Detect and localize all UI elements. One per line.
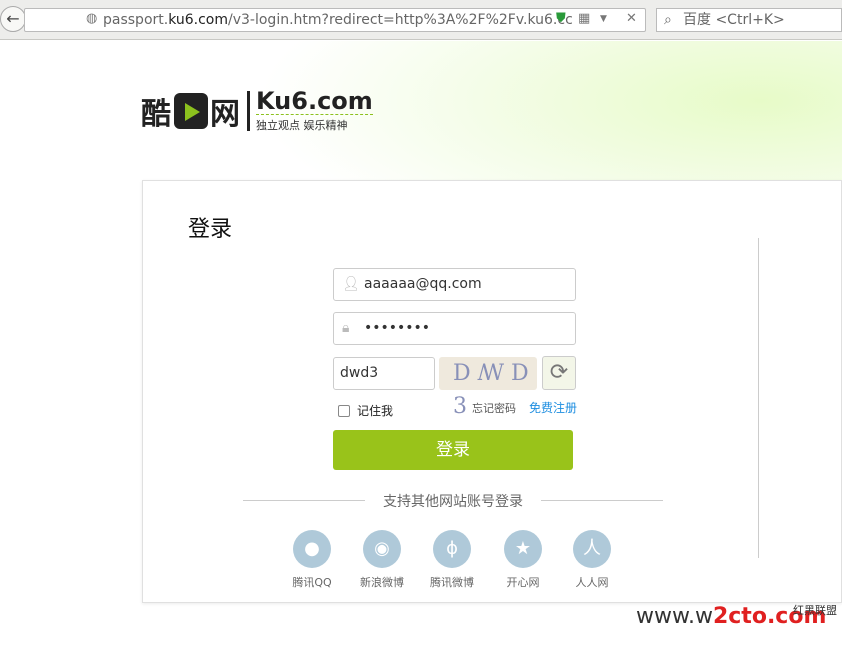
close-icon[interactable]: ✕ bbox=[626, 11, 637, 26]
forgot-password-link[interactable]: 忘记密码 bbox=[472, 400, 516, 416]
search-input[interactable]: ⌕ 百度 <Ctrl+K> bbox=[656, 8, 842, 32]
play-icon bbox=[174, 92, 208, 129]
globe-icon: ◍ bbox=[86, 11, 98, 26]
login-card bbox=[142, 180, 842, 603]
social-login-weibo[interactable]: ◉ 新浪微博 bbox=[352, 530, 412, 590]
watermark: www.w2cto.com 红黑联盟 bbox=[636, 604, 837, 629]
ku6-logo[interactable]: 酷网 Ku6.com 独立观点 娱乐精神 bbox=[141, 88, 373, 133]
qr-code-icon[interactable]: ▦ bbox=[578, 11, 590, 26]
password-field[interactable]: 🔒︎ •••••••• bbox=[333, 312, 576, 345]
login-button[interactable]: 登录 bbox=[333, 430, 573, 470]
back-button[interactable]: ← bbox=[0, 6, 26, 32]
kaixin-icon: ★ bbox=[504, 530, 542, 568]
social-login-heading: 支持其他网站账号登录 bbox=[243, 491, 663, 511]
social-login-renren[interactable]: 人人人网 bbox=[562, 530, 622, 590]
lock-icon: 🔒︎ bbox=[342, 320, 350, 336]
username-field[interactable]: 👤︎ aaaaaa@qq.com bbox=[333, 268, 576, 301]
address-bar[interactable]: passport.ku6.com/v3-login.htm?redirect=h… bbox=[24, 8, 646, 32]
browser-toolbar: ← ⚷ ↻ passport.ku6.com/v3-login.htm?redi… bbox=[0, 0, 842, 40]
tencent-weibo-icon: ϕ bbox=[433, 530, 471, 568]
remember-me-checkbox[interactable]: 记住我 bbox=[338, 402, 393, 419]
user-icon: 👤︎ bbox=[342, 276, 360, 292]
renren-icon: 人 bbox=[573, 530, 611, 568]
captcha-field[interactable]: dwd3 bbox=[333, 357, 435, 390]
page-title: 登录 bbox=[188, 217, 233, 242]
dropdown-icon[interactable]: ▼ bbox=[600, 14, 607, 24]
social-login-kaixin[interactable]: ★ 开心网 bbox=[493, 530, 553, 590]
register-link[interactable]: 免费注册 bbox=[529, 399, 577, 416]
shield-icon[interactable]: ⛊ bbox=[556, 11, 566, 26]
qq-icon: ● bbox=[293, 530, 331, 568]
weibo-icon: ◉ bbox=[363, 530, 401, 568]
captcha-image[interactable]: D ꟿ D 3 bbox=[439, 357, 537, 419]
divider bbox=[758, 238, 759, 558]
social-login-qq[interactable]: ● 腾讯QQ bbox=[282, 530, 342, 590]
refresh-captcha-button[interactable]: ⟳ bbox=[542, 356, 576, 390]
social-login-tencent-weibo[interactable]: ϕ 腾讯微博 bbox=[422, 530, 482, 590]
search-icon: ⌕ bbox=[664, 12, 672, 28]
